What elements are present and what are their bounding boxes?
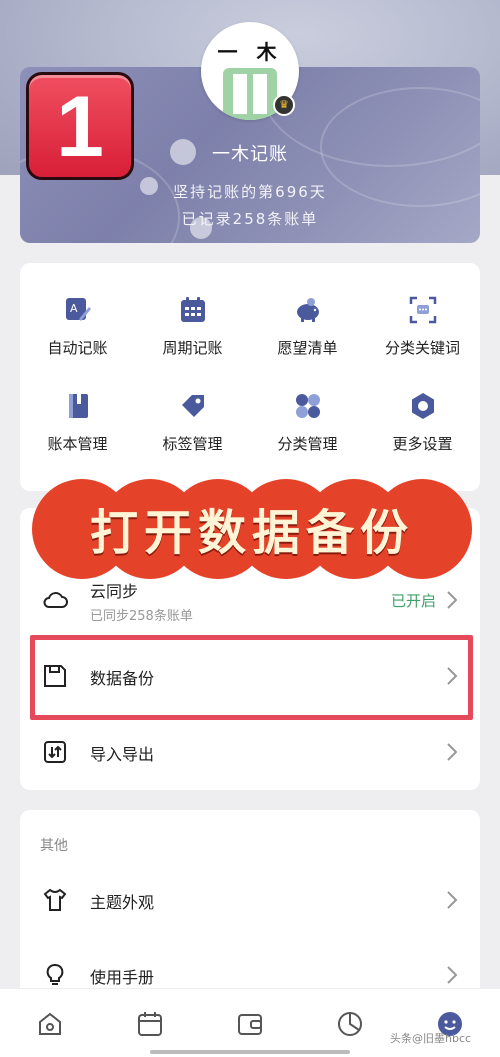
tab-chart-icon[interactable]: [335, 1009, 365, 1039]
cloud-icon: [43, 592, 68, 608]
chevron-right-icon: [447, 743, 458, 761]
grid-label: 愿望清单: [277, 339, 338, 357]
grid-item-category-keywords[interactable]: 分类关键词: [365, 295, 480, 358]
grid-item-tag-manage[interactable]: 标签管理: [135, 391, 250, 454]
highlight-frame: [30, 635, 473, 720]
tab-home-icon[interactable]: [35, 1009, 65, 1039]
grid-label: 分类管理: [277, 435, 338, 453]
tab-calendar-icon[interactable]: [135, 1009, 165, 1039]
grid-label: 标签管理: [162, 435, 223, 453]
grid-label: 更多设置: [392, 435, 453, 453]
tag-icon: [181, 395, 204, 417]
banner-text: 打开数据备份: [89, 505, 414, 561]
vip-crown-icon: ♛: [273, 94, 295, 116]
logo-text: 一 木: [217, 40, 283, 64]
cloud-sync-subtitle: 已同步258条账单: [90, 609, 193, 624]
tab-wallet-icon[interactable]: [235, 1009, 265, 1039]
import-export-row[interactable]: 导入导出: [20, 722, 480, 782]
manual-title: 使用手册: [90, 968, 155, 987]
logo-book-icon: [223, 68, 277, 120]
keyword-scan-icon: [409, 296, 436, 324]
grid-item-more-settings[interactable]: 更多设置: [365, 391, 480, 454]
lightbulb-icon: [46, 964, 64, 985]
watermark-text: 头条@旧墨hbcc: [390, 1032, 472, 1045]
step-number-badge: 1: [26, 72, 134, 180]
import-export-title: 导入导出: [90, 745, 155, 764]
cloud-sync-title: 云同步: [90, 582, 139, 601]
grid-item-wishlist[interactable]: 愿望清单: [250, 295, 365, 358]
piggy-bank-icon: [296, 298, 319, 322]
grid-label: 账本管理: [47, 435, 108, 453]
bottom-tab-bar: [0, 988, 500, 1057]
grid-label: 自动记账: [47, 339, 108, 357]
section-label-other: 其他: [40, 838, 68, 854]
records-counter: 已记录258条账单: [181, 210, 319, 228]
book-icon: [68, 394, 88, 418]
cloud-sync-status: 已开启: [390, 592, 436, 610]
grid-label: 分类关键词: [384, 339, 460, 357]
feature-grid: A 自动记账 周期记账 愿望清单 分类关键词 账本管理 标签管理 分类管理 更多…: [20, 263, 480, 491]
chevron-right-icon: [447, 591, 458, 609]
days-counter: 坚持记账的第696天: [173, 183, 327, 201]
chevron-right-icon: [447, 966, 458, 984]
shirt-icon: [43, 888, 67, 911]
category-grid-icon: [295, 394, 320, 418]
svg-text:A: A: [70, 302, 78, 315]
import-export-icon: [44, 741, 66, 763]
theme-row[interactable]: 主题外观: [20, 870, 480, 930]
grid-label: 周期记账: [162, 339, 223, 357]
grid-item-auto-record[interactable]: A 自动记账: [20, 295, 135, 358]
grid-item-ledger-manage[interactable]: 账本管理: [20, 391, 135, 454]
grid-item-category-manage[interactable]: 分类管理: [250, 391, 365, 454]
grid-item-recurring[interactable]: 周期记账: [135, 295, 250, 358]
instruction-banner: 打开数据备份: [32, 479, 472, 579]
chevron-right-icon: [447, 891, 458, 909]
calendar-icon: [180, 297, 205, 322]
home-indicator: [150, 1050, 350, 1054]
auto-record-icon: A: [65, 298, 91, 321]
settings-icon: [411, 393, 434, 419]
theme-title: 主题外观: [90, 893, 155, 912]
